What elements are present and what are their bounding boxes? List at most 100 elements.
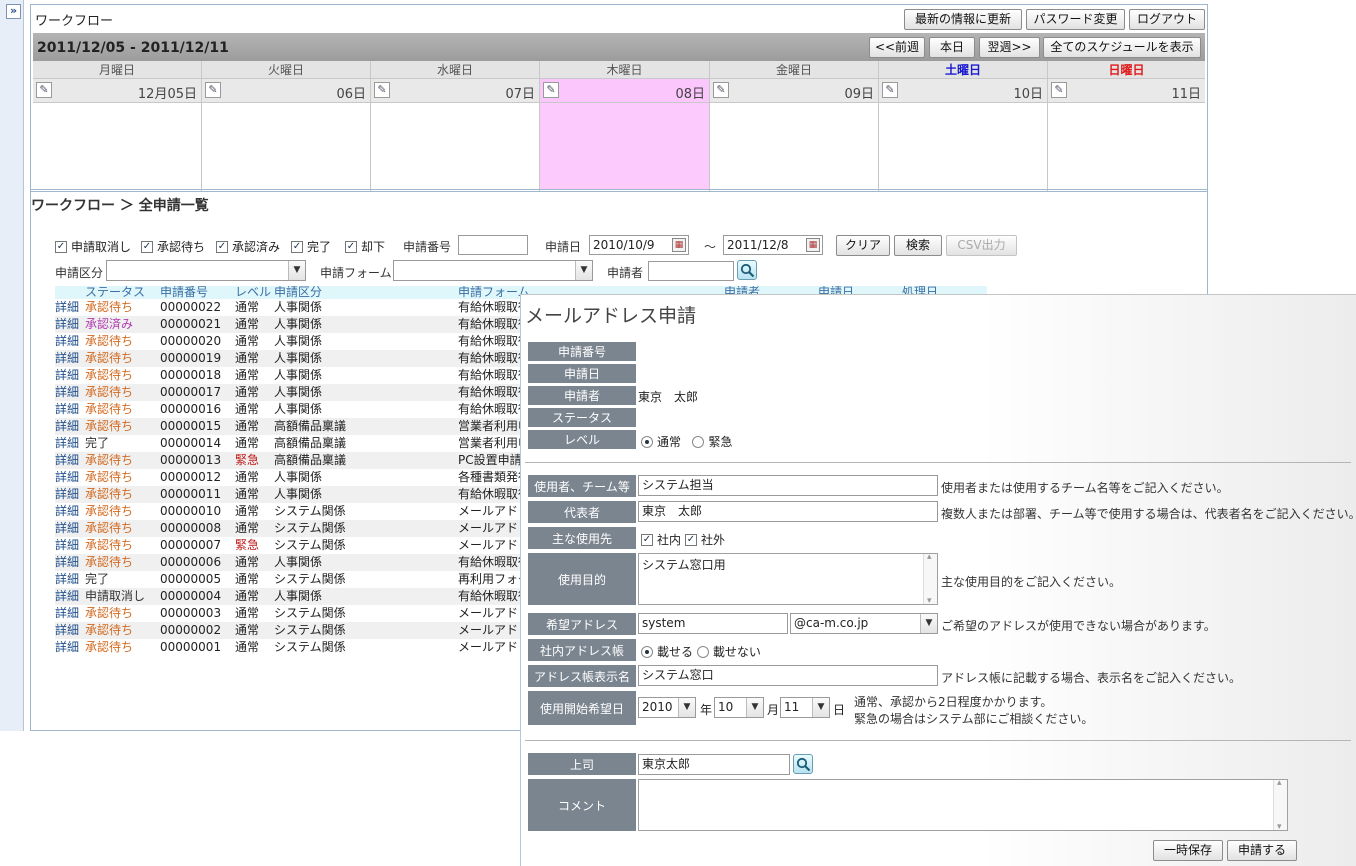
edit-pencil-icon[interactable]: ✎	[205, 82, 221, 98]
chevron-down-icon[interactable]: ▼	[288, 261, 305, 280]
day-cell[interactable]	[710, 103, 878, 189]
calendar-picker-icon[interactable]: ▦	[672, 238, 686, 252]
level-urgent-radio[interactable]: 緊急	[692, 435, 732, 449]
header-category[interactable]: 申請区分	[274, 286, 322, 299]
detail-link[interactable]: 詳細	[55, 605, 79, 622]
scrollbar[interactable]	[923, 552, 937, 606]
day-cell[interactable]	[371, 103, 539, 189]
day-cell[interactable]	[33, 103, 201, 189]
submit-button[interactable]: 申請する	[1227, 840, 1297, 861]
next-week-button[interactable]: 翌週>>	[979, 37, 1040, 58]
display-name-input[interactable]: システム窓口	[638, 665, 938, 686]
purpose-textarea[interactable]: システム窓口用	[638, 552, 938, 606]
start-month-select[interactable]: 10 ▼	[714, 697, 764, 718]
detail-link[interactable]: 詳細	[55, 333, 79, 350]
checkbox-checked-icon[interactable]: ✓	[345, 240, 357, 253]
checkbox-checked-icon[interactable]: ✓	[216, 240, 228, 253]
applicant-input[interactable]	[648, 261, 734, 281]
header-status[interactable]: ステータス	[85, 286, 145, 299]
detail-link[interactable]: 詳細	[55, 452, 79, 469]
detail-link[interactable]: 詳細	[55, 469, 79, 486]
edit-pencil-icon[interactable]: ✎	[543, 82, 559, 98]
header-number[interactable]: 申請番号	[160, 286, 208, 299]
chevron-down-icon[interactable]: ▼	[746, 698, 763, 717]
header-form[interactable]: 申請フォーム	[458, 286, 530, 299]
expand-toggle-button[interactable]: »	[6, 4, 21, 19]
detail-link[interactable]: 詳細	[55, 350, 79, 367]
detail-link[interactable]: 詳細	[55, 520, 79, 537]
detail-link[interactable]: 詳細	[55, 435, 79, 452]
checkbox-checked-icon[interactable]: ✓	[641, 533, 653, 546]
filter-status-rejected[interactable]: ✓ 却下	[345, 238, 385, 255]
detail-link[interactable]: 詳細	[55, 622, 79, 639]
calendar-picker-icon[interactable]: ▦	[806, 238, 820, 252]
detail-link[interactable]: 詳細	[55, 588, 79, 605]
usage-internal-checkbox[interactable]: ✓ 社内	[641, 531, 681, 548]
radio-selected-icon[interactable]	[641, 436, 653, 448]
logout-button[interactable]: ログアウト	[1129, 9, 1205, 30]
filter-status-pending[interactable]: ✓ 承認待ち	[141, 238, 205, 255]
filter-status-approved[interactable]: ✓ 承認済み	[216, 238, 280, 255]
day-cell[interactable]	[202, 103, 370, 189]
refresh-button[interactable]: 最新の情報に更新	[904, 9, 1022, 30]
category-select[interactable]: ▼	[106, 260, 306, 281]
search-icon[interactable]	[793, 754, 813, 774]
show-all-schedules-button[interactable]: 全てのスケジュールを表示	[1043, 37, 1201, 58]
csv-export-button[interactable]: CSV出力	[946, 235, 1017, 256]
detail-link[interactable]: 詳細	[55, 537, 79, 554]
scrollbar[interactable]	[1273, 778, 1287, 832]
detail-link[interactable]: 詳細	[55, 418, 79, 435]
header-level[interactable]: レベル	[235, 286, 271, 299]
filter-status-cancelled[interactable]: ✓ 申請取消し	[55, 238, 131, 255]
radio-icon[interactable]	[696, 646, 709, 658]
temp-save-button[interactable]: 一時保存	[1153, 840, 1223, 861]
start-day-select[interactable]: 11 ▼	[780, 697, 830, 718]
day-cell[interactable]	[879, 103, 1047, 189]
application-number-input[interactable]	[458, 235, 528, 255]
usage-external-checkbox[interactable]: ✓ 社外	[685, 531, 725, 548]
date-to-input[interactable]: 2011/12/8 ▦	[723, 235, 823, 255]
edit-pencil-icon[interactable]: ✎	[374, 82, 390, 98]
prev-week-button[interactable]: <<前週	[869, 37, 925, 58]
detail-link[interactable]: 詳細	[55, 639, 79, 656]
edit-pencil-icon[interactable]: ✎	[882, 82, 898, 98]
detail-link[interactable]: 詳細	[55, 316, 79, 333]
user-team-input[interactable]: システム担当	[638, 475, 938, 496]
detail-link[interactable]: 詳細	[55, 401, 79, 418]
domain-select[interactable]: @ca-m.co.jp ▼	[790, 613, 938, 634]
radio-selected-icon[interactable]	[641, 646, 653, 658]
detail-link[interactable]: 詳細	[55, 503, 79, 520]
chevron-down-icon[interactable]: ▼	[920, 614, 937, 633]
edit-pencil-icon[interactable]: ✎	[713, 82, 729, 98]
radio-icon[interactable]	[692, 436, 705, 448]
comment-textarea[interactable]	[638, 778, 1288, 832]
chevron-down-icon[interactable]: ▼	[678, 698, 695, 717]
change-password-button[interactable]: パスワード変更	[1026, 9, 1125, 30]
detail-link[interactable]: 詳細	[55, 486, 79, 503]
chevron-down-icon[interactable]: ▼	[575, 261, 592, 280]
clear-button[interactable]: クリア	[836, 235, 890, 256]
address-book-no-radio[interactable]: 載せない	[696, 645, 761, 659]
date-from-input[interactable]: 2010/10/9 ▦	[589, 235, 689, 255]
today-button[interactable]: 本日	[929, 37, 975, 58]
checkbox-checked-icon[interactable]: ✓	[55, 240, 67, 253]
detail-link[interactable]: 詳細	[55, 571, 79, 588]
checkbox-checked-icon[interactable]: ✓	[141, 240, 153, 253]
detail-link[interactable]: 詳細	[55, 384, 79, 401]
address-book-yes-radio[interactable]: 載せる	[641, 645, 693, 659]
edit-pencil-icon[interactable]: ✎	[1051, 82, 1067, 98]
filter-status-complete[interactable]: ✓ 完了	[291, 238, 331, 255]
detail-link[interactable]: 詳細	[55, 367, 79, 384]
day-cell[interactable]	[1048, 103, 1205, 189]
search-icon[interactable]	[737, 260, 757, 280]
detail-link[interactable]: 詳細	[55, 554, 79, 571]
day-cell[interactable]	[540, 103, 709, 189]
checkbox-checked-icon[interactable]: ✓	[291, 240, 303, 253]
search-button[interactable]: 検索	[894, 235, 942, 256]
representative-input[interactable]: 東京 太郎	[638, 501, 938, 522]
start-year-select[interactable]: 2010 ▼	[638, 697, 696, 718]
detail-link[interactable]: 詳細	[55, 299, 79, 316]
level-normal-radio[interactable]: 通常	[641, 435, 681, 449]
desired-address-input[interactable]: system	[638, 613, 788, 634]
supervisor-input[interactable]: 東京太郎	[638, 754, 790, 775]
